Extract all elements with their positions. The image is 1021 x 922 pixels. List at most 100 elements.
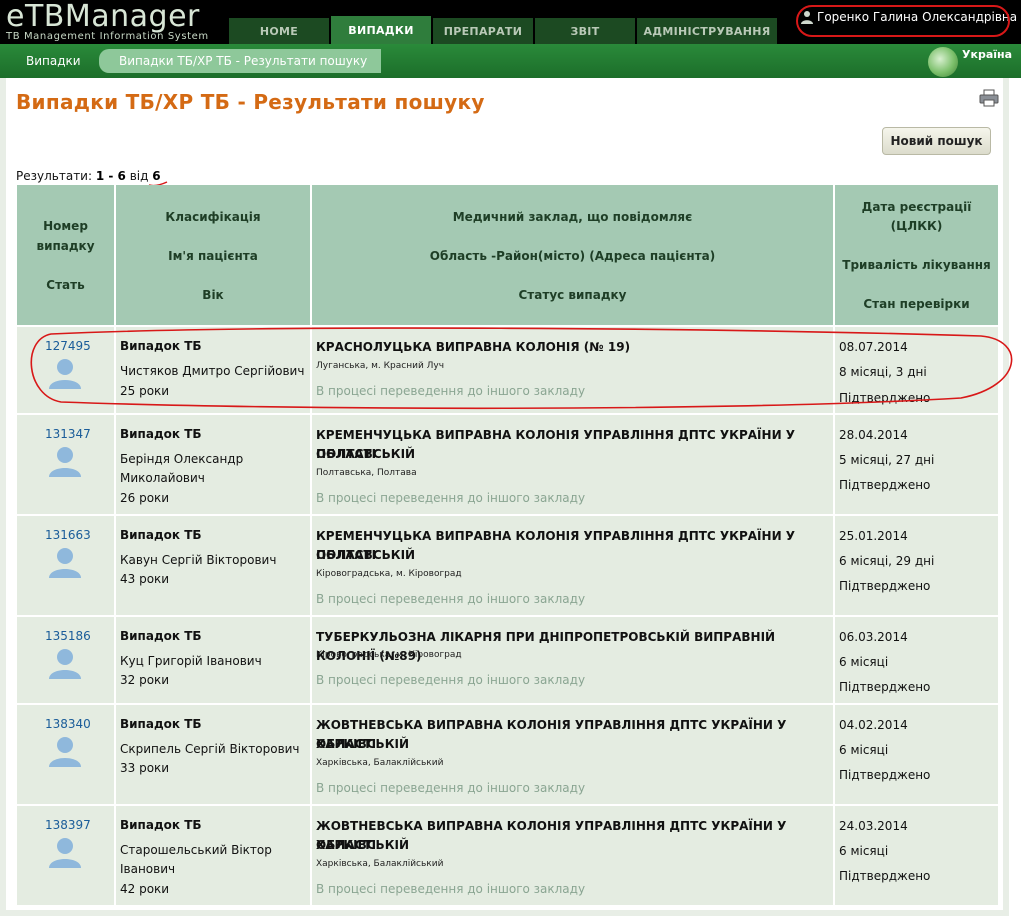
patient-name[interactable]: Кавун Сергій Вікторович: [120, 553, 276, 567]
health-unit-line2: ОБЛАСТІ: [316, 447, 377, 461]
case-classification: Випадок ТБ: [120, 528, 202, 542]
header-text: Тривалість лікування: [842, 258, 991, 272]
case-status: В процесі переведення до іншого закладу: [316, 673, 586, 687]
country-selector[interactable]: Україна: [962, 48, 1012, 61]
patient-age: 43 роки: [120, 572, 170, 586]
patient-age: 42 роки: [120, 882, 170, 896]
registration-date: 24.03.2014: [839, 819, 908, 833]
person-avatar-icon: [49, 838, 81, 868]
person-avatar-icon: [49, 548, 81, 578]
tab-administration[interactable]: АДМІНІСТРУВАННЯ: [637, 18, 777, 44]
health-unit-line2: ОБЛАСТІ: [316, 737, 377, 751]
registration-date: 04.02.2014: [839, 718, 908, 732]
new-search-button[interactable]: Новий пошук: [882, 127, 991, 155]
treatment-duration: 5 місяці, 27 дні: [839, 453, 935, 467]
person-avatar-icon: [49, 649, 81, 679]
person-avatar-icon: [49, 737, 81, 767]
registration-date: 06.03.2014: [839, 630, 908, 644]
patient-age: 33 роки: [120, 761, 170, 775]
header-text: Стан перевірки: [863, 297, 970, 311]
verification-status: Підтверджено: [839, 869, 931, 883]
header-text: випадку: [36, 239, 95, 253]
patient-age: 26 роки: [120, 491, 170, 505]
results-summary: Результати: 1 - 6 від 6: [16, 169, 161, 183]
patient-address: Харківська, Балаклійський: [316, 758, 444, 768]
header-text: Номер: [43, 219, 88, 233]
patient-name-line2: Миколайович: [120, 471, 205, 485]
globe-icon: [928, 47, 958, 77]
patient-name[interactable]: Куц Григорій Іванович: [120, 654, 262, 668]
table-row[interactable]: 131663 Випадок ТБ Кавун Сергій Вікторови…: [17, 514, 998, 615]
patient-name-line2: Іванович: [120, 862, 176, 876]
patient-age: 32 роки: [120, 673, 170, 687]
verification-status: Підтверджено: [839, 579, 931, 593]
table-row[interactable]: 135186 Випадок ТБ Куц Григорій Іванович …: [17, 615, 998, 703]
case-number-link[interactable]: 138340: [45, 717, 91, 731]
tab-medicines[interactable]: ПРЕПАРАТИ: [433, 18, 533, 44]
app-logo-subtitle: TB Management Information System: [6, 31, 209, 42]
app-logo[interactable]: eTBManager: [6, 2, 200, 32]
case-number-link[interactable]: 131663: [45, 528, 91, 542]
registration-date: 28.04.2014: [839, 428, 908, 442]
case-number-link[interactable]: 138397: [45, 818, 91, 832]
header-text: Класифікація: [165, 210, 261, 224]
case-classification: Випадок ТБ: [120, 427, 202, 441]
treatment-duration: 6 місяці: [839, 655, 889, 669]
tab-cases[interactable]: ВИПАДКИ: [331, 16, 431, 44]
patient-address: Полтавська, Полтава: [316, 468, 417, 478]
health-unit-line2: ОБЛАСТІ: [316, 548, 377, 562]
health-unit-line2: ОБЛАСТІ: [316, 838, 377, 852]
header-text: Дата реєстрації: [861, 200, 972, 214]
health-unit: ТУБЕРКУЛЬОЗНА ЛІКАРНЯ ПРИ ДНІПРОПЕТРОВСЬ…: [316, 630, 776, 663]
results-range: 1 - 6: [95, 169, 126, 183]
case-number-link[interactable]: 131347: [45, 427, 91, 441]
case-classification: Випадок ТБ: [120, 818, 202, 832]
treatment-duration: 6 місяці, 29 дні: [839, 554, 935, 568]
table-row[interactable]: 131347 Випадок ТБ Беріндя Олександр Мико…: [17, 413, 998, 514]
patient-address: Кіровоградська, м. Кіровоград: [316, 569, 462, 579]
patient-name[interactable]: Скрипель Сергій Вікторович: [120, 742, 300, 756]
verification-status: Підтверджено: [839, 768, 931, 782]
case-status: В процесі переведення до іншого закладу: [316, 781, 586, 795]
printer-icon[interactable]: [979, 89, 999, 107]
registration-date: 25.01.2014: [839, 529, 908, 543]
patient-name[interactable]: Беріндя Олександр: [120, 452, 243, 466]
header-text: Статус випадку: [518, 288, 627, 302]
patient-address: Кіровоградська, м. Кіровоград: [316, 650, 462, 660]
case-classification: Випадок ТБ: [120, 717, 202, 731]
patient-name[interactable]: Старошельський Віктор: [120, 843, 272, 857]
header-text: (ЦЛКК): [890, 219, 943, 233]
header-text: Область -Район(місто) (Адреса пацієнта): [429, 249, 716, 263]
verification-status: Підтверджено: [839, 680, 931, 694]
treatment-duration: 6 місяці: [839, 844, 889, 858]
annotation-circle-row: [30, 327, 1013, 410]
case-status: В процесі переведення до іншого закладу: [316, 882, 586, 896]
annotation-circle-user: [796, 5, 1010, 37]
case-status: В процесі переведення до іншого закладу: [316, 592, 586, 606]
case-status: В процесі переведення до іншого закладу: [316, 491, 586, 505]
patient-address: Харківська, Балаклійський: [316, 859, 444, 869]
header-col-number: Номер випадку Стать: [17, 185, 116, 325]
results-label: Результати:: [16, 169, 93, 183]
treatment-duration: 6 місяці: [839, 743, 889, 757]
header-text: Стать: [46, 278, 85, 292]
case-classification: Випадок ТБ: [120, 629, 202, 643]
header-col-unit: Медичний заклад, що повідомляє Область -…: [312, 185, 835, 325]
header-col-registration: Дата реєстрації (ЦЛКК) Тривалість лікува…: [835, 185, 998, 325]
header-col-patient: Класифікація Ім'я пацієнта Вік: [116, 185, 312, 325]
breadcrumb-root[interactable]: Випадки: [26, 54, 81, 68]
header-text: Ім'я пацієнта: [168, 249, 258, 263]
header-text: Вік: [202, 288, 224, 302]
verification-status: Підтверджено: [839, 478, 931, 492]
breadcrumb-current: Випадки ТБ/ХР ТБ - Результати пошуку: [119, 54, 368, 68]
page-title: Випадки ТБ/ХР ТБ - Результати пошуку: [16, 90, 485, 114]
header-text: Медичний заклад, що повідомляє: [452, 210, 693, 224]
table-row[interactable]: 138340 Випадок ТБ Скрипель Сергій Віктор…: [17, 703, 998, 804]
tab-reports[interactable]: ЗВІТ: [535, 18, 635, 44]
main-nav: HOME ВИПАДКИ ПРЕПАРАТИ ЗВІТ АДМІНІСТРУВА…: [229, 16, 779, 44]
tab-home[interactable]: HOME: [229, 18, 329, 44]
table-row[interactable]: 138397 Випадок ТБ Старошельський Віктор …: [17, 804, 998, 905]
case-number-link[interactable]: 135186: [45, 629, 91, 643]
results-of: від: [129, 169, 149, 183]
person-avatar-icon: [49, 447, 81, 477]
